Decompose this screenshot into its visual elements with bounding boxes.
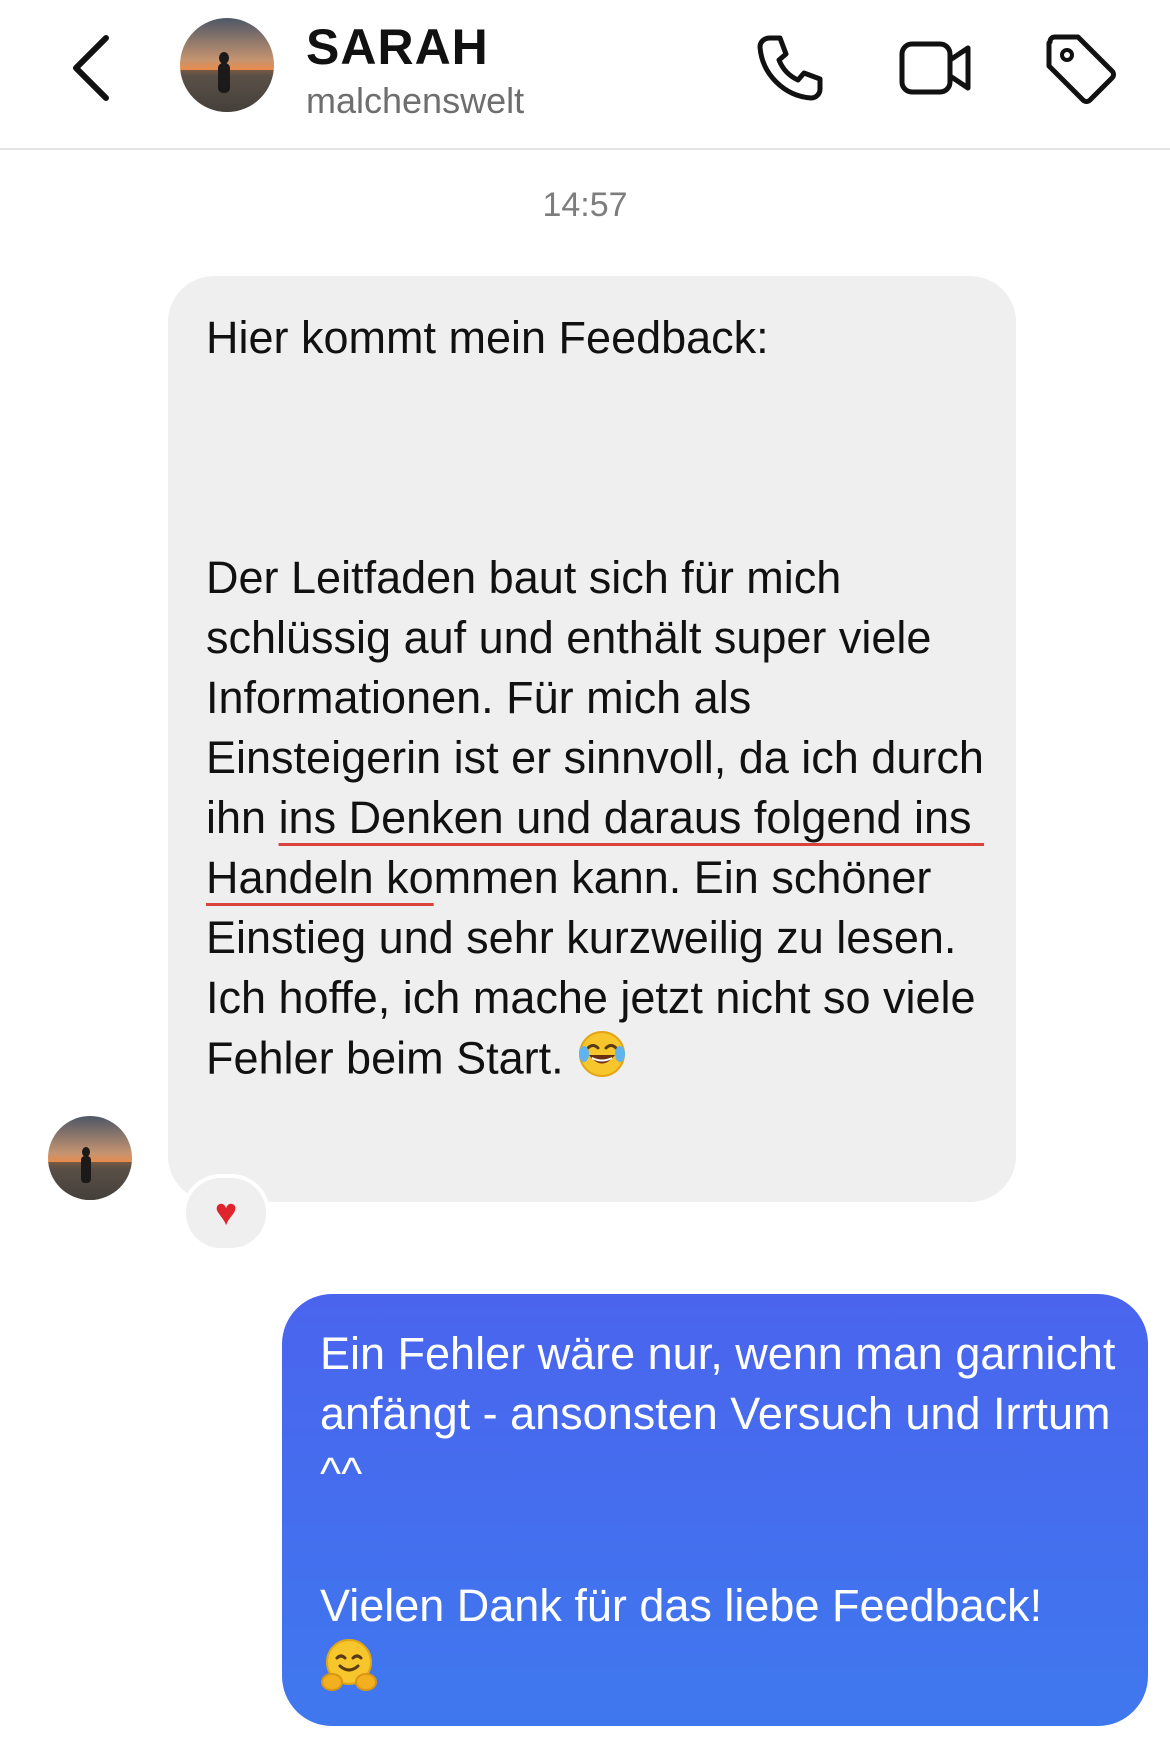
heart-reaction[interactable]: ♥ <box>182 1174 270 1252</box>
reply-text: Ein Fehler wäre nur, wenn man garnicht a… <box>320 1328 1128 1499</box>
tag-button[interactable] <box>1040 28 1120 108</box>
contact-username[interactable]: malchenswelt <box>306 80 524 122</box>
tag-icon <box>1046 34 1116 104</box>
message-greeting: Hier kommt mein Feedback: <box>206 312 769 363</box>
tears-of-joy-emoji <box>576 1028 628 1095</box>
message-timestamp: 14:57 <box>542 186 628 224</box>
outgoing-message[interactable]: Ein Fehler wäre nur, wenn man garnicht a… <box>282 1294 1148 1726</box>
back-chevron-icon <box>73 35 109 101</box>
call-button[interactable] <box>750 28 830 108</box>
avatar[interactable] <box>180 18 274 112</box>
incoming-message[interactable]: Hier kommt mein Feedback: Der Leitfaden … <box>168 276 1016 1202</box>
sender-avatar[interactable] <box>48 1116 132 1200</box>
thanks-text: Vielen Dank für das liebe Feedback! <box>320 1580 1043 1631</box>
phone-icon <box>757 35 823 101</box>
chat-header: SARAH malchenswelt <box>0 0 1170 150</box>
back-button[interactable] <box>62 30 122 106</box>
video-call-button[interactable] <box>896 28 976 108</box>
hugging-face-emoji <box>320 1636 378 1709</box>
video-camera-icon <box>899 41 971 95</box>
heart-icon: ♥ <box>214 1192 238 1234</box>
message-body: Der Leitfaden baut sich für mich schlüss… <box>206 548 986 1095</box>
chat-screen: SARAH malchenswelt 14:57 Hier kommt mein… <box>0 0 1170 1752</box>
contact-name[interactable]: SARAH <box>306 18 489 76</box>
